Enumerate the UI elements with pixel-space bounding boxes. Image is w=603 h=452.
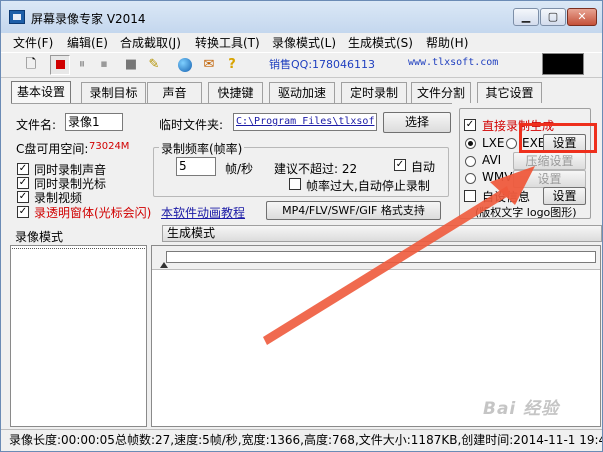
arrow-shaft (263, 186, 510, 345)
annotation-arrow (263, 166, 535, 345)
